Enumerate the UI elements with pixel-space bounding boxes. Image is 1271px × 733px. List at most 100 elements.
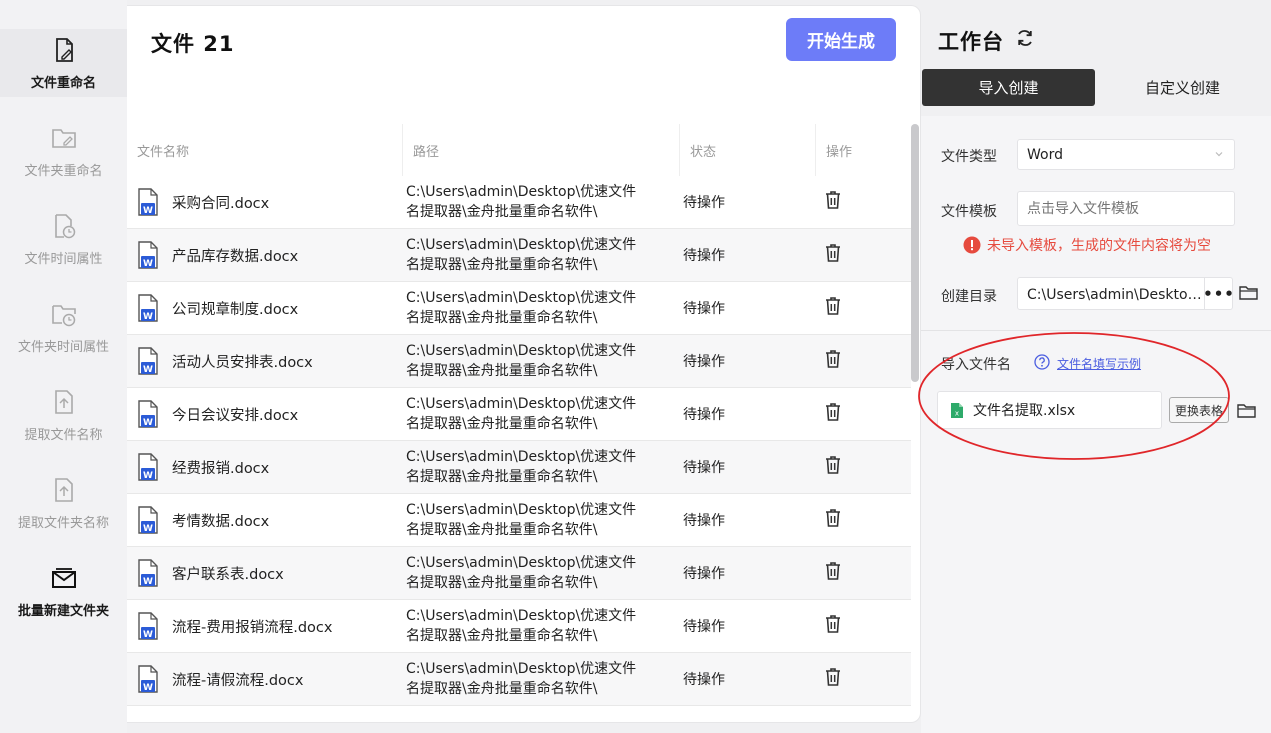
sidebar-item-extract-folder[interactable]: 提取文件夹名称: [0, 469, 127, 537]
workbench-title: 工作台: [938, 30, 1004, 54]
path-cell: C:\Users\admin\Desktop\优速文件 名提取器\金舟批量重命名软…: [403, 553, 680, 593]
action-cell: [816, 243, 911, 267]
trash-icon[interactable]: [824, 508, 842, 528]
trash-icon[interactable]: [824, 243, 842, 263]
start-generate-button[interactable]: 开始生成: [786, 18, 896, 61]
status-cell: 待操作: [683, 301, 725, 317]
column-header-path[interactable]: 路径: [403, 124, 680, 176]
action-cell: [816, 561, 911, 585]
file-name: 考情数据.docx: [172, 513, 270, 530]
sidebar-item-folder-rename[interactable]: 文件夹重命名: [0, 117, 127, 185]
trash-icon[interactable]: [824, 402, 842, 422]
file-name: 公司规章制度.docx: [172, 301, 299, 318]
sidebar-item-file-rename[interactable]: 文件重命名: [0, 29, 127, 97]
action-cell: [816, 349, 911, 373]
file-type-value: Word: [1027, 146, 1063, 163]
path-line: C:\Users\admin\Desktop\优速文件: [406, 449, 637, 465]
path-line: 名提取器\金舟批量重命名软件\: [406, 575, 598, 591]
folder-extract-icon: [54, 477, 73, 502]
path-line: 名提取器\金舟批量重命名软件\: [406, 363, 598, 379]
table-row[interactable]: W 考情数据.docx C:\Users\admin\Desktop\优速文件 名提取…: [127, 494, 911, 547]
file-type-label: 文件类型: [941, 149, 997, 165]
folder-edit-icon: [51, 128, 76, 148]
file-name-cell: W 活动人员安排表.docx: [127, 347, 403, 375]
status-cell: 待操作: [683, 248, 725, 264]
path-cell: C:\Users\admin\Desktop\优速文件 名提取器\金舟批量重命名软…: [403, 500, 680, 540]
path-line: C:\Users\admin\Desktop\优速文件: [406, 555, 637, 571]
file-name-cell: W 经费报销.docx: [127, 453, 403, 481]
path-cell: C:\Users\admin\Desktop\优速文件 名提取器\金舟批量重命名软…: [403, 447, 680, 487]
trash-icon[interactable]: [824, 296, 842, 316]
sidebar-item-folder-time[interactable]: 文件夹时间属性: [0, 293, 127, 361]
table-row[interactable]: W 经费报销.docx C:\Users\admin\Desktop\优速文件 名提取…: [127, 441, 911, 494]
file-type-select[interactable]: Word: [1017, 139, 1235, 170]
word-file-icon: W: [138, 453, 158, 481]
refresh-icon[interactable]: [1015, 28, 1035, 48]
trash-icon[interactable]: [824, 667, 842, 687]
path-cell: C:\Users\admin\Desktop\优速文件 名提取器\金舟批量重命名软…: [403, 288, 680, 328]
sidebar-item-batch-folder[interactable]: 批量新建文件夹: [0, 557, 127, 625]
template-label: 文件模板: [941, 204, 997, 220]
file-list-panel: 文件 21 开始生成 文件名称 路径 状态 操作 W 采购合同.docx C:\Us…: [127, 5, 921, 723]
folder-open-icon[interactable]: [1237, 403, 1257, 419]
sidebar-item-extract-file[interactable]: 提取文件名称: [0, 381, 127, 449]
table-row[interactable]: W 今日会议安排.docx C:\Users\admin\Desktop\优速文件名…: [127, 388, 911, 441]
dir-field[interactable]: C:\Users\admin\Desktop\优速文件名提取器: [1017, 277, 1233, 310]
browse-dots-button[interactable]: •••: [1203, 277, 1234, 310]
file-name: 经费报销.docx: [172, 460, 270, 477]
file-name: 客户联系表.docx: [172, 566, 284, 583]
path-cell: C:\Users\admin\Desktop\优速文件 名提取器\金舟批量重命名软…: [403, 659, 680, 699]
template-input[interactable]: [1017, 191, 1235, 226]
trash-icon[interactable]: [824, 349, 842, 369]
status-cell: 待操作: [683, 460, 725, 476]
word-file-icon: W: [138, 400, 158, 428]
mail-folder-icon: [51, 567, 76, 588]
table-row[interactable]: W 客户联系表.docx C:\Users\admin\Desktop\优速文件 名提…: [127, 547, 911, 600]
column-header-status[interactable]: 状态: [680, 124, 816, 176]
svg-text:W: W: [143, 418, 153, 428]
path-line: C:\Users\admin\Desktop\优速文件: [406, 396, 637, 412]
column-header-action: 操作: [826, 144, 853, 160]
svg-text:W: W: [143, 630, 153, 640]
word-file-icon: W: [138, 294, 158, 322]
path-line: 名提取器\金舟批量重命名软件\: [406, 469, 598, 485]
warning-icon: [963, 236, 981, 254]
svg-text:W: W: [143, 206, 153, 216]
table-row[interactable]: W 流程-费用报销流程.docx C:\Users\admin\Desktop\优速…: [127, 600, 911, 653]
file-name: 今日会议安排.docx: [172, 407, 299, 424]
svg-text:W: W: [143, 471, 153, 481]
svg-text:W: W: [143, 577, 153, 587]
table-row[interactable]: W 流程-请假流程.docx C:\Users\admin\Desktop\优速文件…: [127, 653, 911, 706]
folder-open-icon[interactable]: [1239, 285, 1259, 301]
path-line: C:\Users\admin\Desktop\优速文件: [406, 661, 637, 677]
table-row[interactable]: W 公司规章制度.docx C:\Users\admin\Desktop\优速文件名…: [127, 282, 911, 335]
file-name: 流程-请假流程.docx: [172, 672, 304, 689]
tab-custom-create[interactable]: 自定义创建: [1095, 69, 1270, 106]
file-name-cell: W 客户联系表.docx: [127, 559, 403, 587]
action-cell: [816, 667, 911, 691]
file-name: 流程-费用报销流程.docx: [172, 619, 333, 636]
word-file-icon: W: [138, 188, 158, 216]
trash-icon[interactable]: [824, 561, 842, 581]
trash-icon[interactable]: [824, 190, 842, 210]
folder-clock-icon: [51, 304, 76, 326]
table-row[interactable]: W 产品库存数据.docx C:\Users\admin\Desktop\优速文件名…: [127, 229, 911, 282]
word-file-icon: W: [138, 347, 158, 375]
path-line: 名提取器\金舟批量重命名软件\: [406, 681, 598, 697]
table-row[interactable]: W 采购合同.docx C:\Users\admin\Desktop\优速文件 名提取…: [127, 176, 911, 229]
action-cell: [816, 614, 911, 638]
file-name-cell: W 公司规章制度.docx: [127, 294, 403, 322]
path-cell: C:\Users\admin\Desktop\优速文件 名提取器\金舟批量重命名软…: [403, 182, 680, 222]
word-file-icon: W: [138, 559, 158, 587]
trash-icon[interactable]: [824, 614, 842, 634]
column-header-name[interactable]: 文件名称: [127, 124, 403, 176]
status-cell: 待操作: [683, 672, 725, 688]
create-form: 文件类型 Word 文件模板 未导入模板，生成的文件内容将为空 创建目录 C:\…: [918, 116, 1271, 733]
chevron-down-icon: [1215, 152, 1223, 157]
trash-icon[interactable]: [824, 455, 842, 475]
tab-import-create[interactable]: 导入创建: [922, 69, 1095, 106]
path-line: 名提取器\金舟批量重命名软件\: [406, 310, 598, 326]
sidebar-item-file-time[interactable]: 文件时间属性: [0, 205, 127, 273]
table-row[interactable]: W 活动人员安排表.docx C:\Users\admin\Desktop\优速文件…: [127, 335, 911, 388]
svg-text:W: W: [143, 365, 153, 375]
